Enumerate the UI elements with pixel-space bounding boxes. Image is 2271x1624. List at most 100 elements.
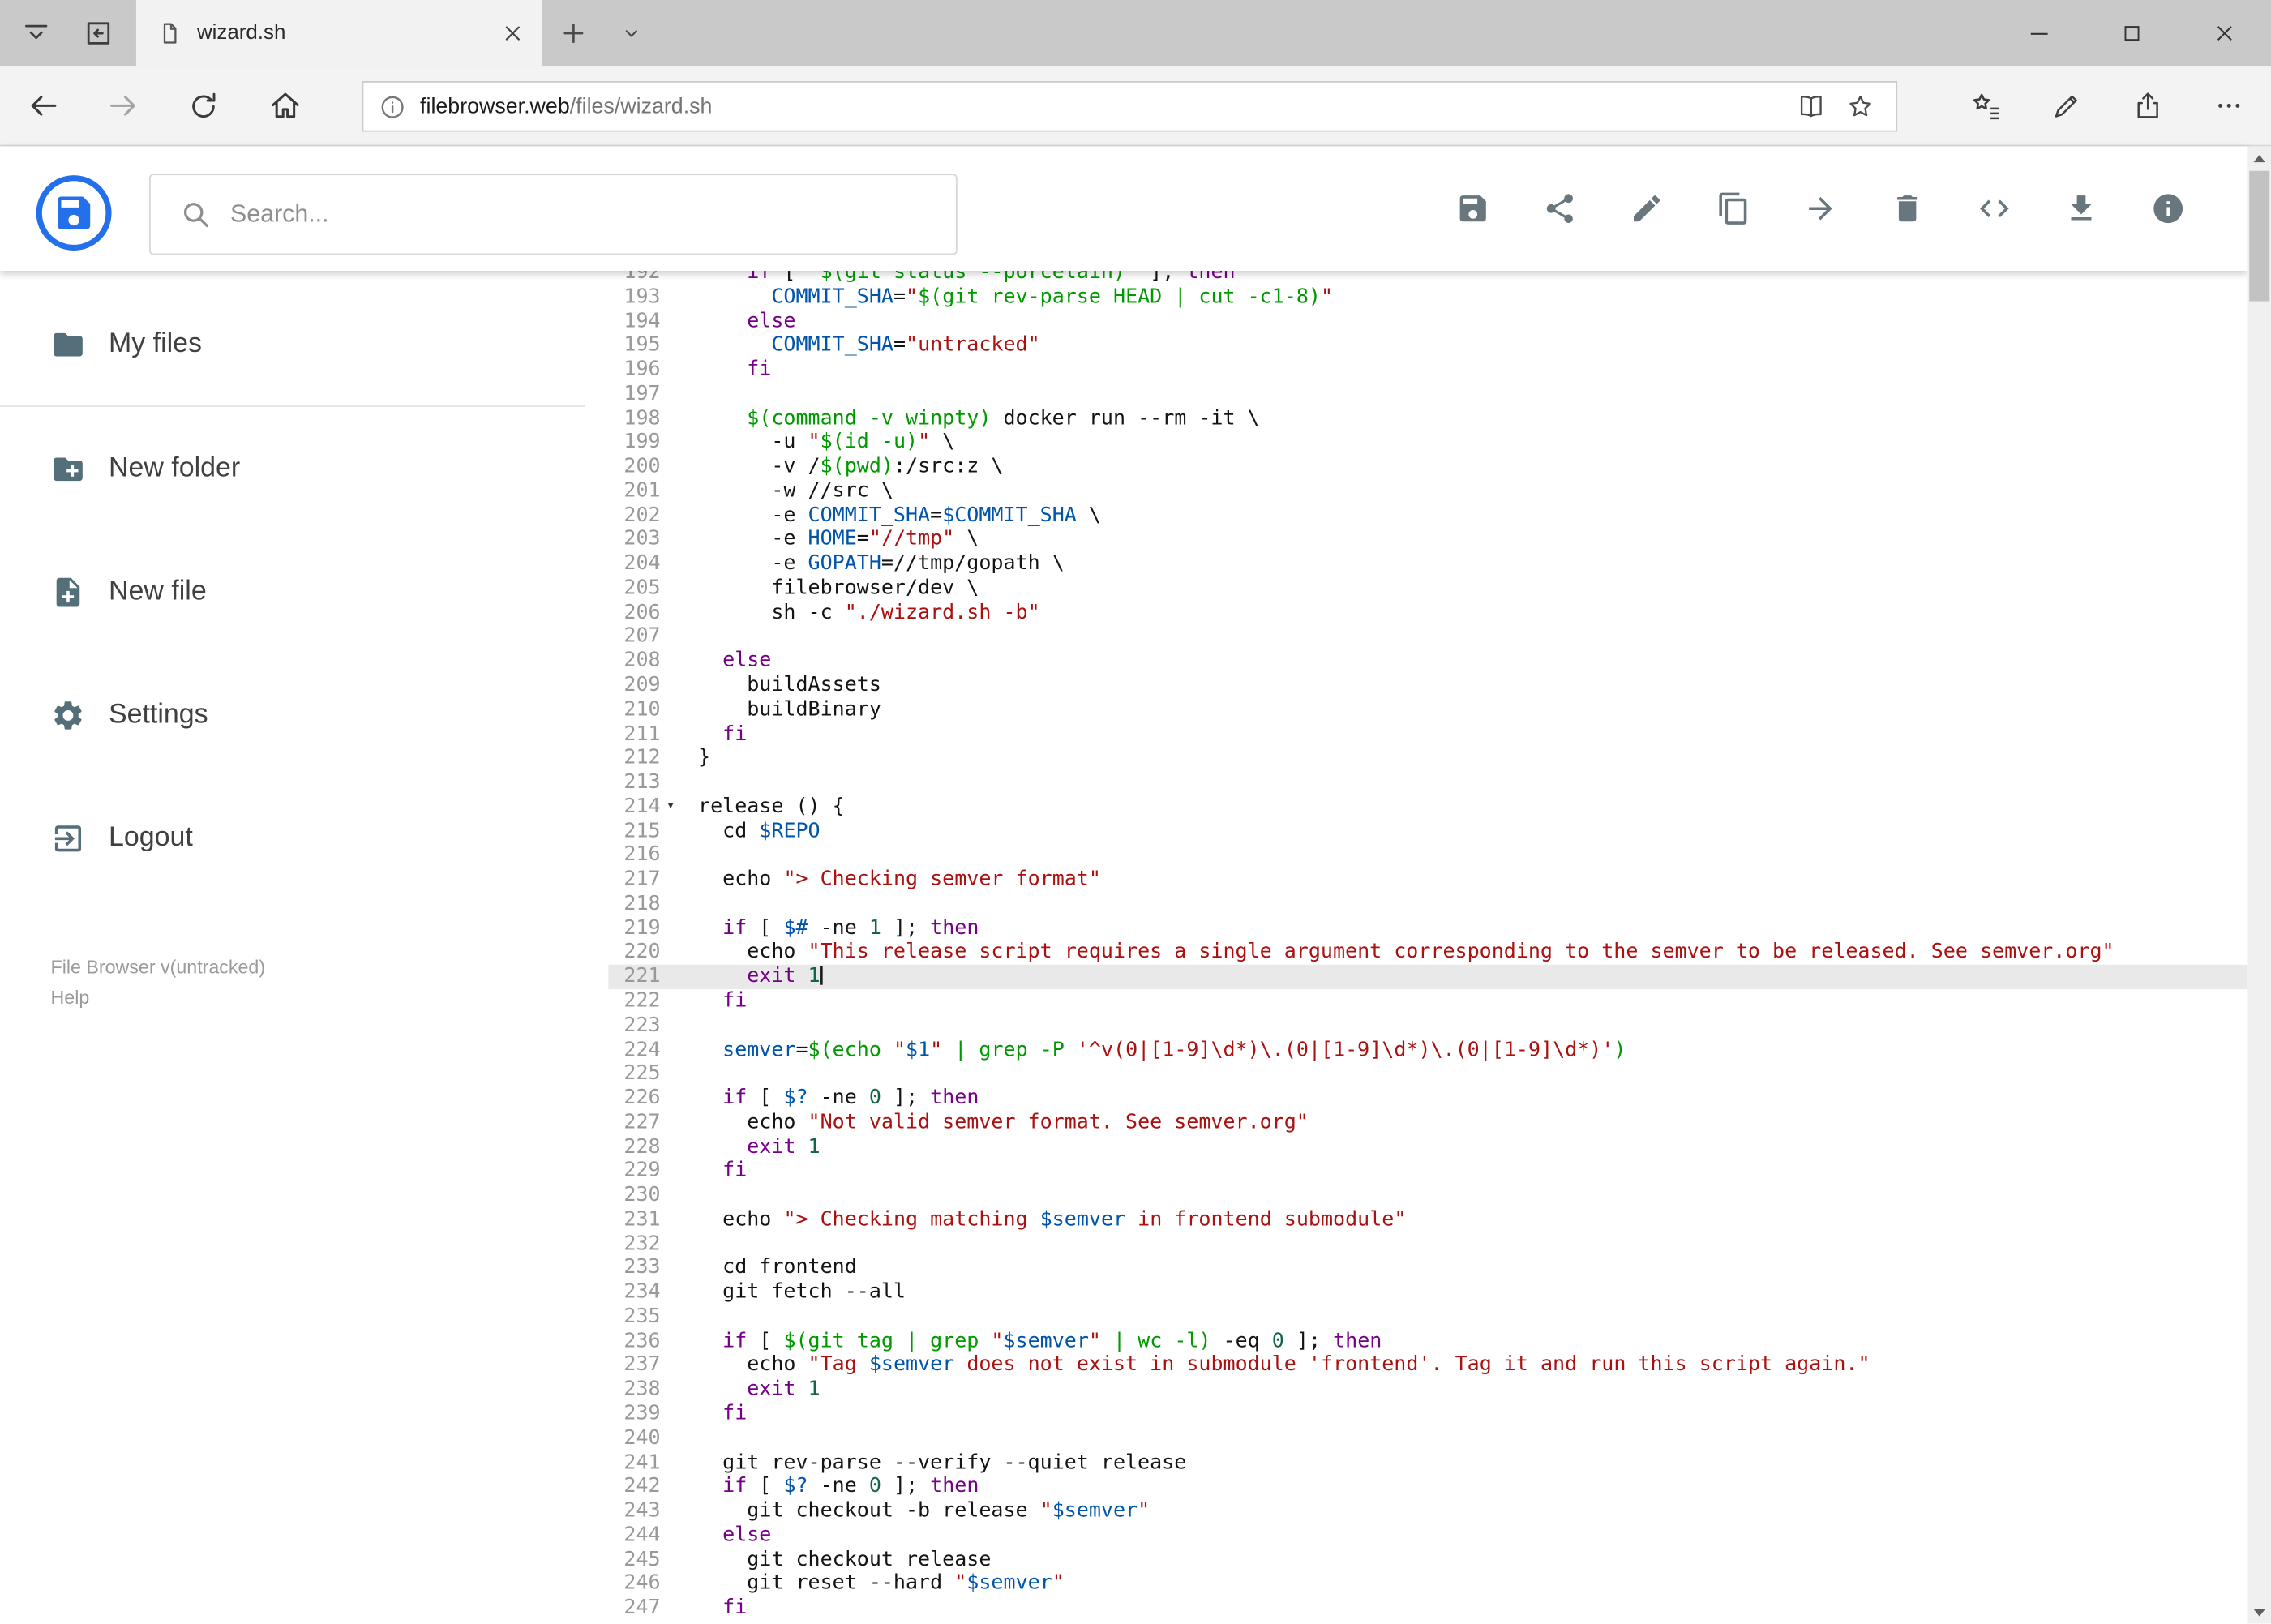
code-line[interactable]: 238 exit 1	[608, 1378, 2247, 1402]
window-close-button[interactable]	[2179, 0, 2271, 66]
window-minimize-button[interactable]	[1993, 0, 2085, 66]
code-line[interactable]: 229 fi	[608, 1159, 2247, 1184]
code-line[interactable]: 220 echo "This release script requires a…	[608, 941, 2247, 965]
fold-marker-icon[interactable]: ▾	[666, 795, 675, 819]
code-line[interactable]: 194 else	[608, 309, 2247, 333]
code-editor[interactable]: 192 if [ "$(git status --porcelain)" ]; …	[608, 271, 2248, 1624]
hub-favorites-icon[interactable]	[1945, 79, 2026, 131]
code-line[interactable]: 203 -e HOME="//tmp" \	[608, 528, 2247, 552]
tab-close-icon[interactable]	[499, 19, 528, 48]
code-line[interactable]: 212}	[608, 747, 2247, 771]
code-line[interactable]: 217 echo "> Checking semver format"	[608, 868, 2247, 892]
code-line[interactable]: 218	[608, 892, 2247, 916]
code-line[interactable]: 227 echo "Not valid semver format. See s…	[608, 1111, 2247, 1135]
code-line[interactable]: 236 if [ $(git tag | grep "$semver" | wc…	[608, 1329, 2247, 1353]
code-line[interactable]: 247 fi	[608, 1596, 2247, 1621]
code-line[interactable]: 224 semver=$(echo "$1" | grep -P '^v(0|[…	[608, 1038, 2247, 1062]
code-line[interactable]: 196 fi	[608, 358, 2247, 382]
window-maximize-button[interactable]	[2085, 0, 2178, 66]
delete-button[interactable]	[1864, 173, 1951, 245]
code-line[interactable]: 197	[608, 382, 2247, 406]
move-button[interactable]	[1777, 173, 1864, 245]
code-line[interactable]: 201 -w //src \	[608, 479, 2247, 503]
copy-button[interactable]	[1690, 173, 1777, 245]
code-line[interactable]: 215 cd $REPO	[608, 819, 2247, 843]
reading-view-icon[interactable]	[1786, 86, 1836, 126]
site-info-icon[interactable]	[378, 92, 407, 121]
tab-preview-icon[interactable]	[17, 15, 54, 52]
code-line[interactable]: 211 fi	[608, 722, 2247, 747]
save-button[interactable]	[1429, 173, 1516, 245]
search-box[interactable]	[148, 174, 958, 255]
code-line[interactable]: 216	[608, 843, 2247, 868]
code-line[interactable]: 208 else	[608, 649, 2247, 674]
code-line[interactable]: 241 git rev-parse --verify --quiet relea…	[608, 1450, 2247, 1475]
edit-source-button[interactable]	[1951, 173, 2037, 245]
tab-list-chevron-icon[interactable]	[614, 19, 649, 48]
code-line[interactable]: 223	[608, 1013, 2247, 1038]
sidebar-item-new-folder[interactable]: New folder	[0, 407, 585, 530]
home-button[interactable]	[254, 85, 318, 126]
code-line[interactable]: 198 $(command -v winpty) docker run --rm…	[608, 406, 2247, 431]
code-line[interactable]: 239 fi	[608, 1402, 2247, 1426]
address-bar[interactable]: filebrowser.web/files/wizard.sh	[362, 81, 1898, 132]
scroll-down-button[interactable]	[2247, 1600, 2271, 1624]
code-line[interactable]: 235	[608, 1305, 2247, 1329]
code-line[interactable]: 210 buildBinary	[608, 698, 2247, 722]
download-button[interactable]	[2037, 173, 2124, 245]
code-line[interactable]: 209 buildAssets	[608, 674, 2247, 698]
code-line[interactable]: 232	[608, 1232, 2247, 1257]
share-button[interactable]	[1516, 173, 1603, 245]
share-icon[interactable]	[2107, 79, 2188, 131]
code-line[interactable]: 246 git reset --hard "$semver"	[608, 1572, 2247, 1596]
filebrowser-logo[interactable]	[36, 175, 112, 251]
code-line[interactable]: 192 if [ "$(git status --porcelain)" ]; …	[608, 271, 2247, 285]
code-line[interactable]: 244 else	[608, 1523, 2247, 1548]
search-input[interactable]	[230, 199, 936, 229]
sidebar-item-settings[interactable]: Settings	[0, 653, 585, 777]
more-options-icon[interactable]	[2188, 79, 2269, 131]
code-line[interactable]: 195 COMMIT_SHA="untracked"	[608, 333, 2247, 358]
info-button[interactable]	[2125, 173, 2212, 245]
scrollbar-thumb[interactable]	[2249, 170, 2270, 302]
code-line[interactable]: 214 ▾ release () {	[608, 795, 2247, 819]
browser-tab[interactable]: wizard.sh	[135, 0, 542, 67]
sidebar-item-my-files[interactable]: My files	[0, 282, 585, 405]
back-button[interactable]	[11, 85, 75, 126]
rename-button[interactable]	[1603, 173, 1690, 245]
code-line[interactable]: 213	[608, 770, 2247, 795]
code-line[interactable]: 231 echo "> Checking matching $semver in…	[608, 1208, 2247, 1232]
code-line[interactable]: 222 fi	[608, 989, 2247, 1013]
sidebar-item-logout[interactable]: Logout	[0, 776, 585, 899]
code-line[interactable]: 245 git checkout release	[608, 1548, 2247, 1572]
code-line[interactable]: 206 sh -c "./wizard.sh -b"	[608, 601, 2247, 625]
code-line[interactable]: 240	[608, 1426, 2247, 1450]
code-line[interactable]: 199 -u "$(id -u)" \	[608, 431, 2247, 455]
code-line[interactable]: 228 exit 1	[608, 1135, 2247, 1159]
code-line[interactable]: 243 git checkout -b release "$semver"	[608, 1499, 2247, 1523]
page-scrollbar[interactable]	[2247, 146, 2271, 1624]
new-tab-button[interactable]	[553, 16, 593, 51]
forward-button[interactable]	[92, 85, 156, 126]
help-link[interactable]: Help	[51, 983, 266, 1013]
code-line[interactable]: 242 if [ $? -ne 0 ]; then	[608, 1475, 2247, 1499]
code-line[interactable]: 202 -e COMMIT_SHA=$COMMIT_SHA \	[608, 503, 2247, 528]
code-line[interactable]: 200 -v /$(pwd):/src:z \	[608, 455, 2247, 479]
set-tabs-aside-icon[interactable]	[79, 15, 117, 52]
code-line[interactable]: 219 if [ $# -ne 1 ]; then	[608, 916, 2247, 941]
code-line[interactable]: 225	[608, 1062, 2247, 1086]
sidebar-item-new-file[interactable]: New file	[0, 530, 585, 653]
code-line[interactable]: 221 exit 1	[608, 965, 2248, 990]
refresh-button[interactable]	[171, 85, 235, 126]
favorite-star-icon[interactable]	[1835, 86, 1884, 126]
code-line[interactable]: 233 cd frontend	[608, 1256, 2247, 1280]
code-line[interactable]: 234 git fetch --all	[608, 1280, 2247, 1305]
code-line[interactable]: 237 echo "Tag $semver does not exist in …	[608, 1353, 2247, 1378]
code-line[interactable]: 226 if [ $? -ne 0 ]; then	[608, 1086, 2247, 1111]
code-line[interactable]: 207	[608, 625, 2247, 649]
scroll-up-button[interactable]	[2247, 146, 2271, 169]
code-line[interactable]: 204 -e GOPATH=//tmp/gopath \	[608, 552, 2247, 576]
code-line[interactable]: 205 filebrowser/dev \	[608, 576, 2247, 601]
web-notes-pen-icon[interactable]	[2026, 79, 2107, 131]
code-line[interactable]: 193 COMMIT_SHA="$(git rev-parse HEAD | c…	[608, 285, 2247, 309]
